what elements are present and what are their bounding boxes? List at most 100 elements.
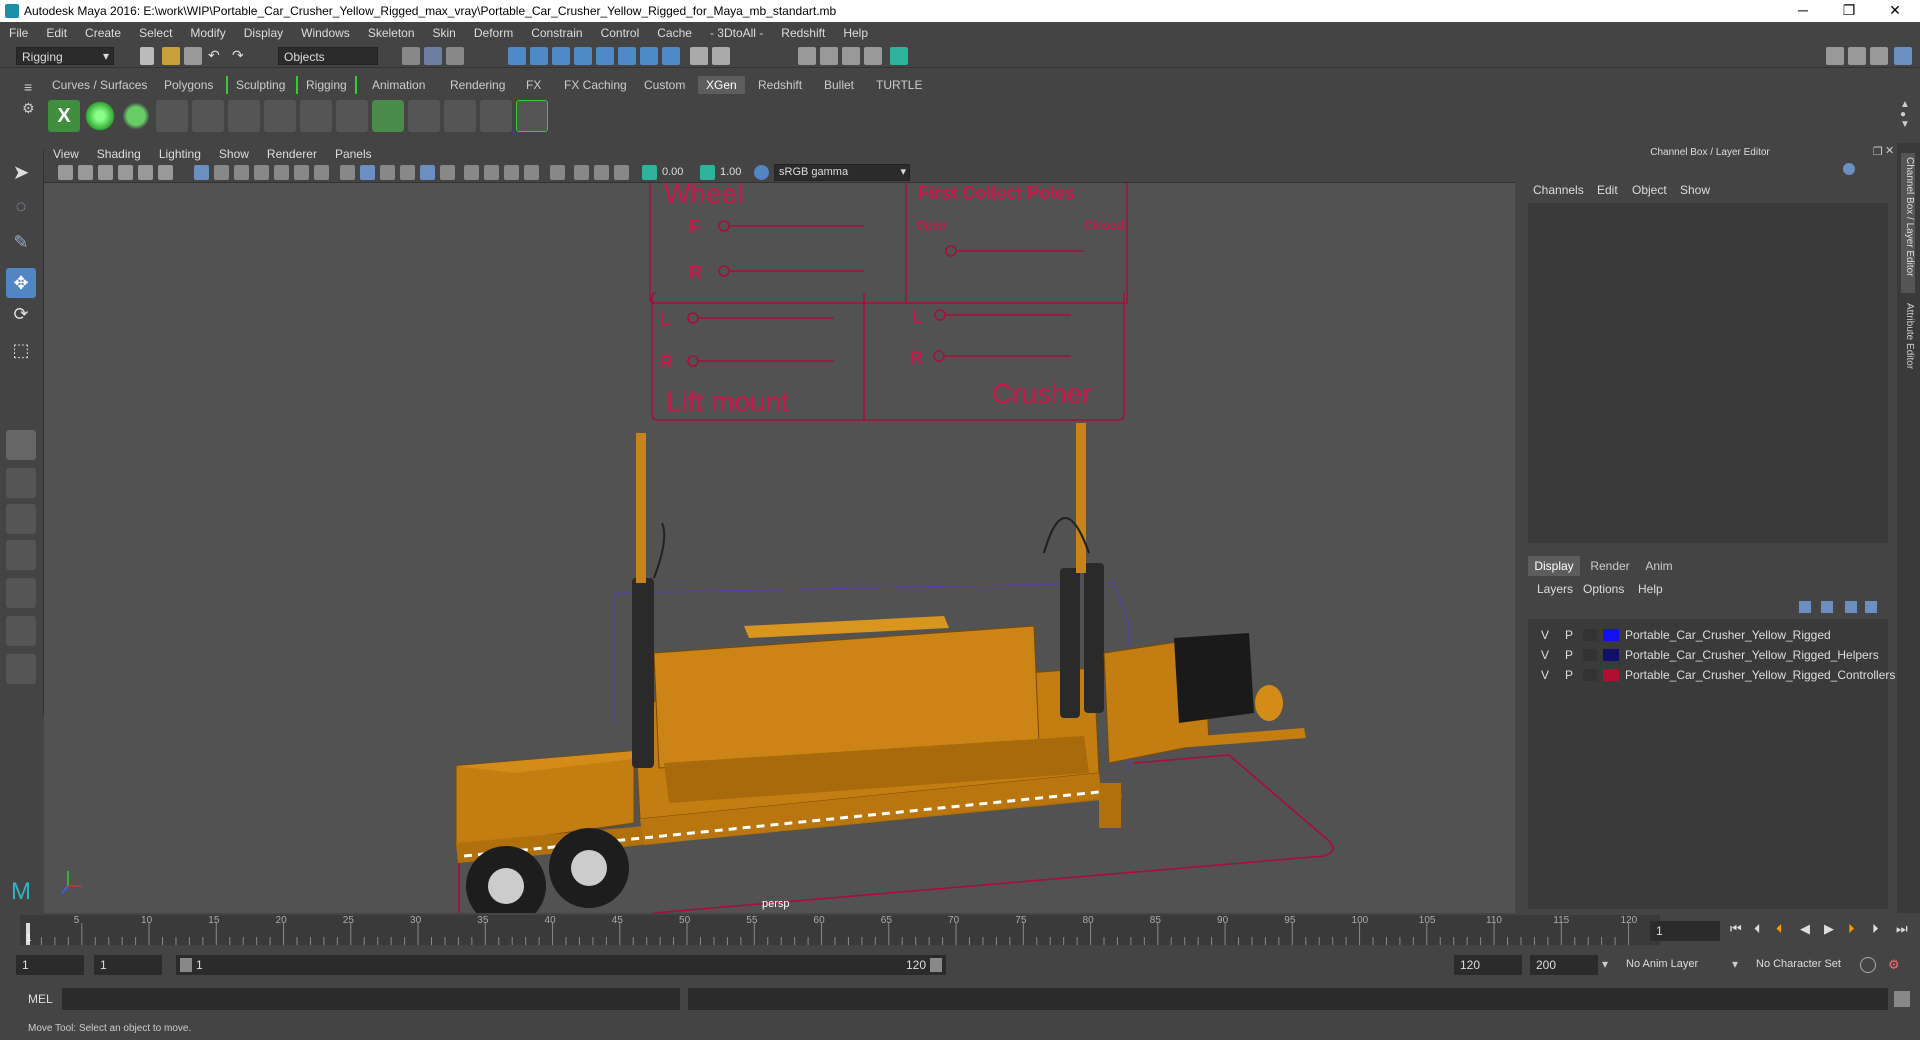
modeling-toolkit-icon[interactable]	[1826, 47, 1844, 65]
float-panel-icon[interactable]: ❐	[1873, 145, 1883, 158]
channel-list-area[interactable]	[1528, 203, 1888, 543]
visibility-toggle[interactable]: V	[1541, 648, 1549, 662]
playback-toggle[interactable]: P	[1565, 628, 1573, 642]
time-slider[interactable]: 5 10 15 20 25 30 35 40 45 50 55 60 65 70 75 80 85 90 95 100…	[0, 913, 1920, 946]
vp-menu-panels[interactable]: Panels	[326, 145, 381, 163]
render-frame-icon[interactable]	[798, 47, 816, 65]
anim-layer-selector[interactable]: No Anim Layer	[1626, 958, 1698, 970]
menu-edit[interactable]: Edit	[37, 22, 76, 40]
rotate-tool-icon[interactable]: ⟳	[6, 304, 36, 334]
menu-control[interactable]: Control	[592, 22, 649, 40]
select-by-name-icon[interactable]	[712, 47, 730, 65]
view-transform-dropdown[interactable]: sRGB gamma ▾	[774, 164, 910, 181]
display-type-toggle[interactable]	[1583, 649, 1597, 661]
xgen-layers-icon[interactable]	[372, 100, 404, 132]
smooth-shade-icon[interactable]	[360, 165, 375, 180]
camera-select-icon[interactable]	[58, 165, 73, 180]
more-layouts-icon[interactable]	[6, 654, 36, 684]
tab-rigging[interactable]: Rigging	[296, 76, 357, 94]
xray-active-icon[interactable]	[594, 165, 609, 180]
layer-row[interactable]: V P Portable_Car_Crusher_Yellow_Rigged_H…	[1533, 646, 1888, 664]
persp-outliner-layout-icon[interactable]	[6, 504, 36, 534]
edit-menu[interactable]: Edit	[1597, 183, 1618, 197]
go-to-end-icon[interactable]: ⏭	[1896, 921, 1908, 937]
exposure-value[interactable]: 0.00	[662, 166, 683, 178]
layer-name[interactable]: Portable_Car_Crusher_Yellow_Rigged_Helpe…	[1625, 648, 1879, 662]
menu-create[interactable]: Create	[76, 22, 130, 40]
playback-end-field[interactable]: 120	[1454, 955, 1522, 975]
undo-icon[interactable]: ↶	[208, 47, 226, 65]
xgen-delete-icon[interactable]	[516, 100, 548, 132]
grease-pencil-icon[interactable]	[158, 165, 173, 180]
select-component-icon[interactable]	[446, 47, 464, 65]
time-ruler[interactable]: 5 10 15 20 25 30 35 40 45 50 55 60 65 70 75 80 85 90 95 100…	[20, 913, 1660, 946]
menu-display[interactable]: Display	[235, 22, 292, 40]
attribute-editor-toggle-icon[interactable]	[1848, 47, 1866, 65]
shadows-icon[interactable]	[440, 165, 455, 180]
new-scene-icon[interactable]	[140, 47, 154, 65]
step-back-frame-icon[interactable]: ⏴	[1754, 921, 1761, 937]
shelf-menu-icon[interactable]: ≡	[16, 77, 40, 95]
char-set-chevron-icon[interactable]: ▾	[1732, 957, 1738, 971]
tab-polygons[interactable]: Polygons	[156, 76, 221, 94]
range-end-handle[interactable]	[930, 958, 942, 972]
snap-point-icon[interactable]	[552, 47, 570, 65]
screen-space-ao-icon[interactable]	[464, 165, 479, 180]
vp-menu-renderer[interactable]: Renderer	[258, 145, 326, 163]
anim-layer-chevron-icon[interactable]: ▾	[1602, 957, 1608, 971]
scale-tool-icon[interactable]: ⬚	[6, 340, 36, 370]
maximize-button[interactable]: ❐	[1826, 0, 1872, 22]
display-type-toggle[interactable]	[1583, 629, 1597, 641]
persp-graph-layout-icon[interactable]	[6, 540, 36, 570]
visibility-toggle[interactable]: V	[1541, 628, 1549, 642]
tab-turtle[interactable]: TURTLE	[868, 76, 930, 94]
render-settings-icon[interactable]	[842, 47, 860, 65]
menu-skin[interactable]: Skin	[424, 22, 465, 40]
tool-settings-toggle-icon[interactable]	[1870, 47, 1888, 65]
play-forwards-icon[interactable]: ▶	[1824, 921, 1834, 937]
motion-blur-icon[interactable]	[484, 165, 499, 180]
xgen-groom-icon[interactable]	[444, 100, 476, 132]
camera-attributes-icon[interactable]	[78, 165, 93, 180]
animation-end-field[interactable]: 200	[1530, 955, 1598, 975]
persp-hypershade-layout-icon[interactable]	[6, 578, 36, 608]
go-to-start-icon[interactable]: ⏮	[1730, 921, 1742, 937]
move-layer-up-icon[interactable]	[1799, 601, 1811, 613]
resolution-gate-icon[interactable]	[234, 165, 249, 180]
animation-start-field[interactable]: 1	[16, 955, 84, 975]
tab-anim[interactable]: Anim	[1637, 556, 1681, 576]
menu-help[interactable]: Help	[834, 22, 877, 40]
menu-skeleton[interactable]: Skeleton	[359, 22, 424, 40]
vp-menu-view[interactable]: View	[44, 145, 88, 163]
select-hierarchy-icon[interactable]	[402, 47, 420, 65]
tab-display[interactable]: Display	[1528, 556, 1580, 576]
lock-icon[interactable]	[690, 47, 708, 65]
tab-sculpting[interactable]: Sculpting	[226, 76, 293, 94]
tab-custom[interactable]: Custom	[636, 76, 693, 94]
xgen-rebuild-icon[interactable]	[408, 100, 440, 132]
layers-menu[interactable]: Layers	[1537, 582, 1573, 596]
help-menu[interactable]: Help	[1638, 582, 1663, 596]
open-scene-icon[interactable]	[162, 47, 180, 65]
tab-xgen[interactable]: XGen	[698, 76, 745, 94]
selection-mode-dropdown[interactable]: Objects	[278, 47, 378, 65]
depth-of-field-icon[interactable]	[524, 165, 539, 180]
field-chart-icon[interactable]	[274, 165, 289, 180]
bookmark-icon[interactable]	[98, 165, 113, 180]
tab-curves-surfaces[interactable]: Curves / Surfaces	[44, 76, 155, 94]
channels-menu[interactable]: Channels	[1533, 183, 1584, 197]
snap-grid2-icon[interactable]	[640, 47, 658, 65]
xgen-clump-icon[interactable]	[480, 100, 512, 132]
playback-toggle[interactable]: P	[1565, 648, 1573, 662]
current-frame-field[interactable]: 1	[1650, 921, 1720, 941]
tab-fx[interactable]: FX	[518, 76, 549, 94]
tab-animation[interactable]: Animation	[364, 76, 433, 94]
play-backwards-icon[interactable]: ◀	[1800, 921, 1810, 937]
object-menu[interactable]: Object	[1632, 183, 1667, 197]
attribute-editor-side-tab[interactable]: Attribute Editor	[1901, 303, 1915, 383]
minimize-button[interactable]: ─	[1780, 0, 1826, 22]
channel-box-toggle-icon[interactable]	[1894, 47, 1912, 65]
xgen-place-guide-icon[interactable]	[192, 100, 224, 132]
layer-name[interactable]: Portable_Car_Crusher_Yellow_Rigged	[1625, 628, 1831, 642]
xgen-select-guide-icon[interactable]	[264, 100, 296, 132]
